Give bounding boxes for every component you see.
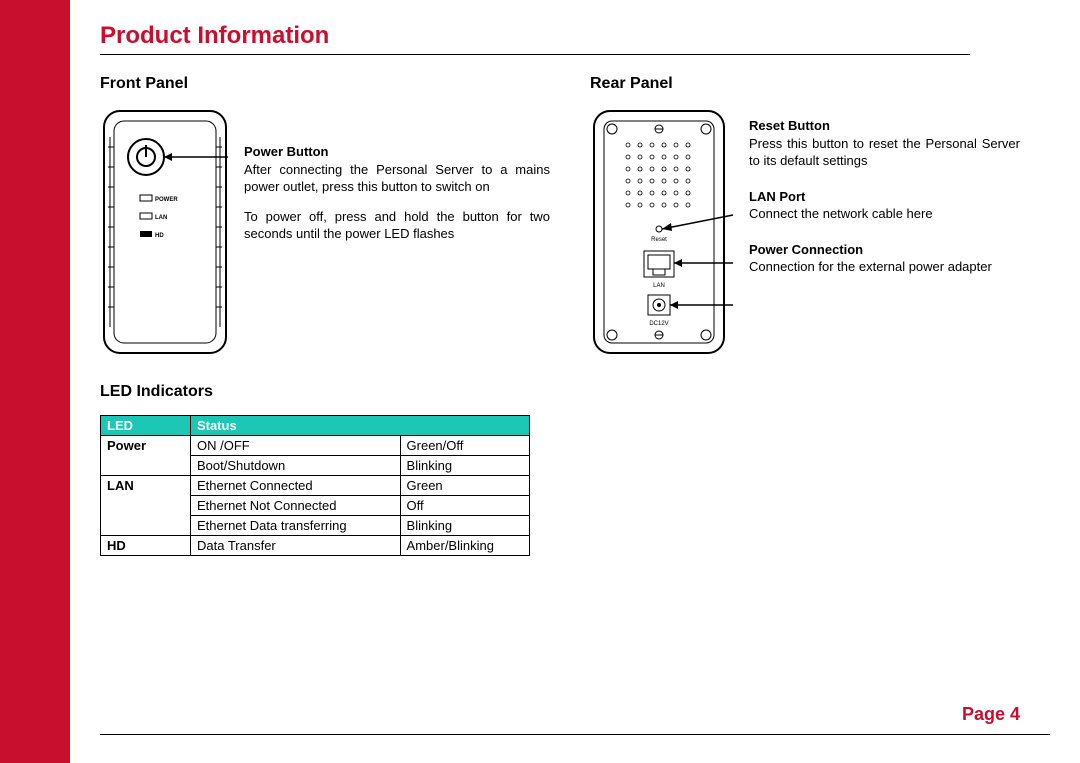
lan-port-callout: LAN Port Connect the network cable here [749,188,1020,223]
svg-text:HD: HD [155,233,164,239]
reset-button-desc: Press this button to reset the Personal … [749,135,1020,170]
rear-panel-heading: Rear Panel [590,75,1020,93]
page-number: Page 4 [962,704,1020,725]
front-panel-illustration: POWER LAN HD [100,107,230,357]
page-title: Product Information [100,22,1050,50]
table-row: Power ON /OFFGreen/Off [101,436,530,456]
power-button-title: Power Button [244,143,550,161]
power-button-desc-2: To power off, press and hold the button … [244,208,550,243]
power-button-callout: Power Button After connecting the Person… [244,143,550,243]
power-connection-title: Power Connection [749,241,1020,259]
table-row: LAN Ethernet ConnectedGreen [101,476,530,496]
power-connection-desc: Connection for the external power adapte… [749,258,1020,276]
footer-underline [100,734,1050,735]
table-row: HD Data TransferAmber/Blinking [101,536,530,556]
led-header-led: LED [101,416,191,436]
led-header-status: Status [191,416,530,436]
lan-port-title: LAN Port [749,188,1020,206]
led-indicators-table: LED Status Power ON /OFFGreen/Off Boot/S… [100,415,530,556]
svg-text:Reset: Reset [651,237,667,243]
rear-panel-illustration: Reset LAN DC12V [590,107,735,357]
svg-text:DC12V: DC12V [649,321,668,327]
reset-button-title: Reset Button [749,117,1020,135]
led-indicators-heading: LED Indicators [100,383,550,401]
svg-text:POWER: POWER [155,197,178,203]
power-connection-callout: Power Connection Connection for the exte… [749,241,1020,276]
front-panel-heading: Front Panel [100,75,550,93]
title-underline [100,54,970,55]
reset-button-callout: Reset Button Press this button to reset … [749,117,1020,170]
power-button-desc-1: After connecting the Personal Server to … [244,161,550,196]
page-accent-bar [0,0,70,763]
svg-text:LAN: LAN [155,215,167,221]
svg-text:LAN: LAN [653,283,665,289]
lan-port-desc: Connect the network cable here [749,205,1020,223]
